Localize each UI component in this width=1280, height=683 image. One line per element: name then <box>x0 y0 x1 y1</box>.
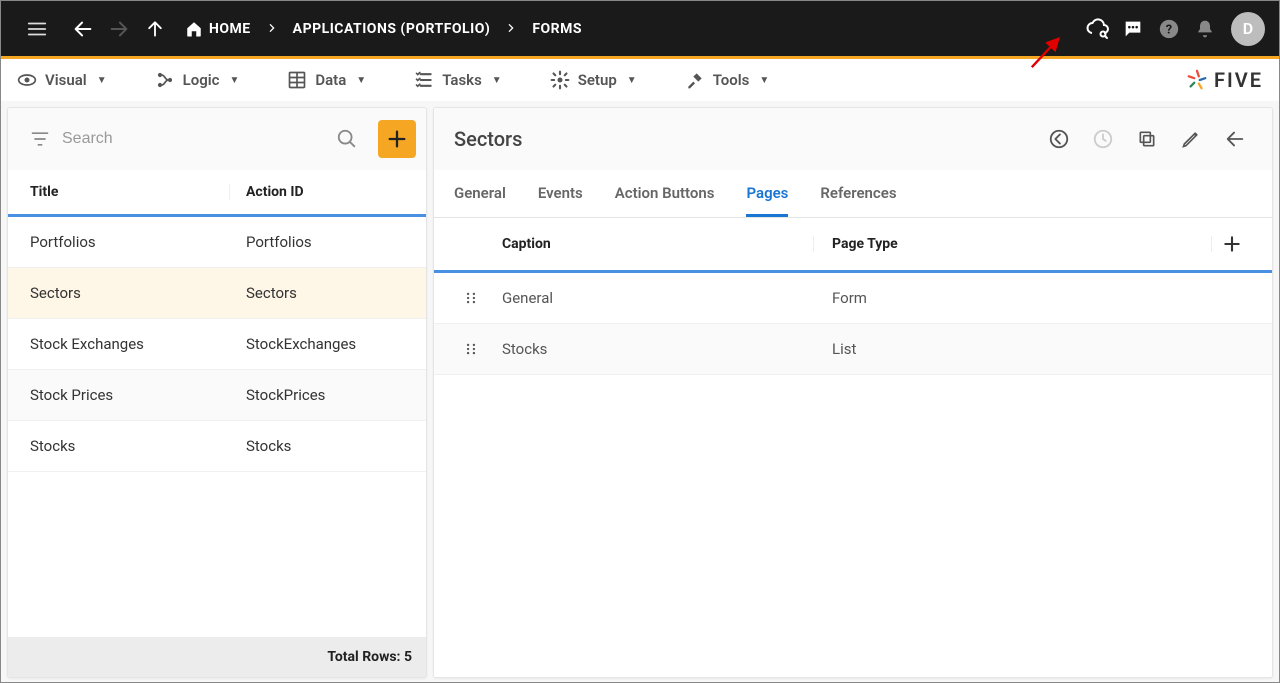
detail-header: Sectors <box>434 108 1272 170</box>
menu-visual-label: Visual <box>45 71 87 89</box>
chat-icon[interactable] <box>1115 11 1151 47</box>
detail-tabs: General Events Action Buttons Pages Refe… <box>434 170 1272 218</box>
pages-body: General Form Stocks List <box>434 273 1272 677</box>
avatar[interactable]: D <box>1231 12 1265 46</box>
avatar-initial: D <box>1243 19 1253 38</box>
revert-icon[interactable] <box>1042 122 1076 156</box>
nav-up-icon[interactable] <box>137 11 173 47</box>
chevron-right-icon <box>267 21 277 37</box>
detail-panel: Sectors General Events Action Buttons Pa… <box>433 107 1273 678</box>
menu-logic[interactable]: Logic ▼ <box>155 70 240 90</box>
help-icon[interactable]: ? <box>1151 11 1187 47</box>
tab-general[interactable]: General <box>454 170 506 217</box>
table-row[interactable]: Stock Prices StockPrices <box>8 370 426 421</box>
tab-action-buttons[interactable]: Action Buttons <box>615 170 715 217</box>
pages-header: Caption Page Type <box>434 218 1272 273</box>
menubar: Visual ▼ Logic ▼ Data ▼ Tasks ▼ Setup ▼ … <box>1 59 1279 101</box>
copy-icon[interactable] <box>1130 122 1164 156</box>
deploy-icon[interactable] <box>1079 11 1115 47</box>
menu-setup-label: Setup <box>578 71 617 89</box>
chevron-down-icon: ▼ <box>229 75 239 86</box>
pages-row[interactable]: Stocks List <box>434 324 1272 375</box>
page-type: List <box>814 340 1252 358</box>
table-row[interactable]: Stocks Stocks <box>8 421 426 472</box>
chevron-down-icon: ▼ <box>759 75 769 86</box>
menu-setup[interactable]: Setup ▼ <box>550 70 637 90</box>
add-button[interactable] <box>378 120 416 158</box>
add-page-button[interactable] <box>1212 234 1252 254</box>
menu-visual[interactable]: Visual ▼ <box>17 70 107 90</box>
breadcrumb: HOME APPLICATIONS (PORTFOLIO) FORMS <box>185 20 582 38</box>
col-title[interactable]: Title <box>30 184 230 200</box>
breadcrumb-home[interactable]: HOME <box>185 20 251 38</box>
brand-text: FIVE <box>1214 68 1263 92</box>
chevron-right-icon <box>506 21 516 37</box>
search-row <box>8 108 426 170</box>
hamburger-icon[interactable] <box>19 11 55 47</box>
cell-title: Stock Exchanges <box>30 335 230 353</box>
cell-action-id: StockPrices <box>230 386 404 404</box>
cell-title: Sectors <box>30 284 230 302</box>
filter-icon[interactable] <box>30 129 50 149</box>
topbar: HOME APPLICATIONS (PORTFOLIO) FORMS ? D <box>1 1 1279 56</box>
svg-text:?: ? <box>1166 22 1172 37</box>
edit-icon[interactable] <box>1174 122 1208 156</box>
tab-pages[interactable]: Pages <box>746 170 788 217</box>
menu-tasks[interactable]: Tasks ▼ <box>414 70 502 90</box>
chevron-down-icon: ▼ <box>492 75 502 86</box>
menu-data[interactable]: Data ▼ <box>287 70 366 90</box>
breadcrumb-forms[interactable]: FORMS <box>532 21 582 37</box>
menu-tasks-label: Tasks <box>442 71 482 89</box>
page-title: Sectors <box>454 127 522 151</box>
search-box <box>18 118 370 160</box>
chevron-down-icon: ▼ <box>97 75 107 86</box>
cell-action-id: StockExchanges <box>230 335 404 353</box>
menu-logic-label: Logic <box>183 71 220 89</box>
page-caption: General <box>502 289 814 307</box>
cell-title: Portfolios <box>30 233 230 251</box>
cell-title: Stock Prices <box>30 386 230 404</box>
nav-forward-icon <box>101 11 137 47</box>
history-icon[interactable] <box>1086 122 1120 156</box>
list-panel: Title Action ID Portfolios Portfolios Se… <box>7 107 427 678</box>
bell-icon[interactable] <box>1187 11 1223 47</box>
chevron-down-icon: ▼ <box>356 75 366 86</box>
menu-tools-label: Tools <box>713 71 750 89</box>
col-caption[interactable]: Caption <box>454 236 814 252</box>
cell-action-id: Stocks <box>230 437 404 455</box>
table-row[interactable]: Sectors Sectors <box>8 268 426 319</box>
tab-references[interactable]: References <box>820 170 896 217</box>
brand-logo: FIVE <box>1186 68 1263 92</box>
page-type: Form <box>814 289 1252 307</box>
breadcrumb-applications[interactable]: APPLICATIONS (PORTFOLIO) <box>293 21 491 37</box>
table-row[interactable]: Stock Exchanges StockExchanges <box>8 319 426 370</box>
search-icon[interactable] <box>336 128 358 150</box>
table-row[interactable]: Portfolios Portfolios <box>8 217 426 268</box>
back-arrow-icon[interactable] <box>1218 122 1252 156</box>
list-body: Portfolios Portfolios Sectors Sectors St… <box>8 217 426 637</box>
cell-action-id: Sectors <box>230 284 404 302</box>
content: Title Action ID Portfolios Portfolios Se… <box>1 101 1279 682</box>
nav-back-icon[interactable] <box>65 11 101 47</box>
cell-title: Stocks <box>30 437 230 455</box>
cell-action-id: Portfolios <box>230 233 404 251</box>
search-input[interactable] <box>60 129 326 149</box>
drag-handle-icon[interactable] <box>454 291 502 305</box>
list-footer: Total Rows: 5 <box>8 637 426 677</box>
col-page-type[interactable]: Page Type <box>814 236 1212 252</box>
col-action-id[interactable]: Action ID <box>230 184 404 200</box>
drag-handle-icon[interactable] <box>454 342 502 356</box>
pages-row[interactable]: General Form <box>434 273 1272 324</box>
page-caption: Stocks <box>502 340 814 358</box>
tab-events[interactable]: Events <box>538 170 583 217</box>
breadcrumb-home-label: HOME <box>209 21 251 37</box>
menu-data-label: Data <box>315 71 346 89</box>
chevron-down-icon: ▼ <box>627 75 637 86</box>
menu-tools[interactable]: Tools ▼ <box>685 70 770 90</box>
list-header: Title Action ID <box>8 170 426 217</box>
